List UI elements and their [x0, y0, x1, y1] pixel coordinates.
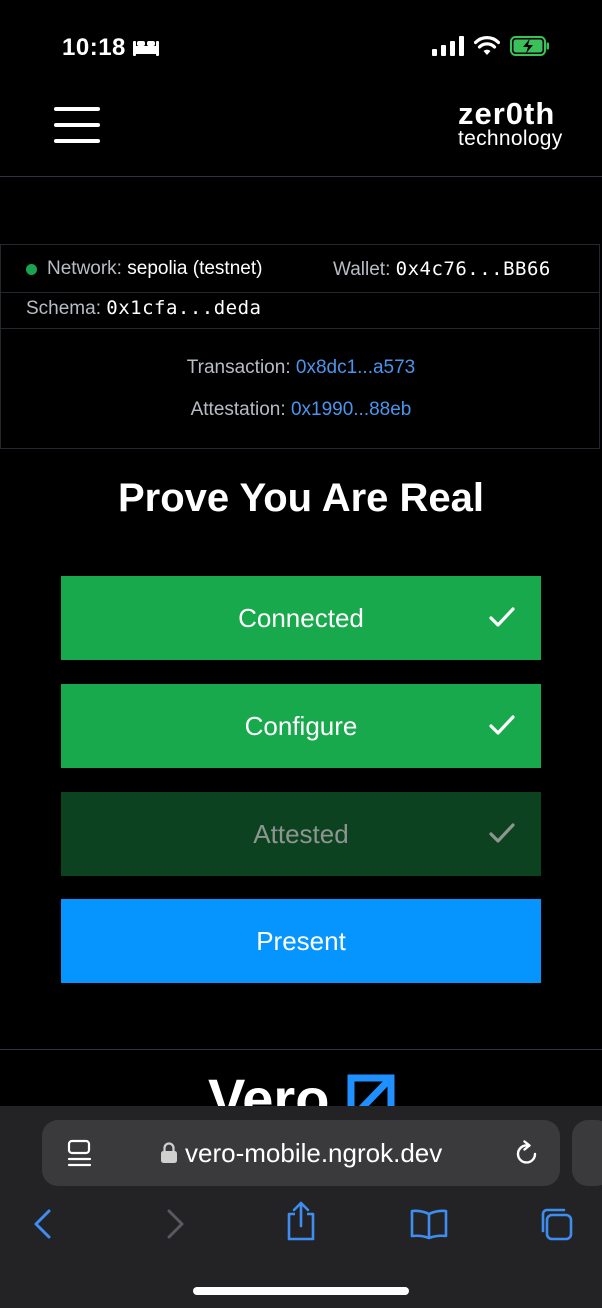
network-label: Network: — [47, 258, 122, 279]
menu-bar — [54, 123, 100, 127]
status-indicators — [432, 36, 550, 61]
configure-label: Configure — [244, 710, 358, 741]
wallet-address: 0x4c76...BB66 — [395, 258, 551, 280]
lock-icon — [160, 1142, 178, 1169]
checkmark-icon — [489, 604, 515, 635]
bookmarks-icon[interactable] — [410, 1208, 448, 1245]
vero-logo-text: Vero — [208, 1072, 329, 1108]
connected-button[interactable]: Connected — [61, 576, 541, 660]
page-menu-icon[interactable] — [66, 1138, 94, 1173]
info-divider — [0, 292, 600, 293]
reload-icon[interactable] — [513, 1140, 541, 1173]
header-divider — [0, 176, 602, 177]
hamburger-menu-button[interactable] — [54, 107, 102, 143]
network-info: Network: sepolia (testnet) — [26, 258, 262, 280]
configure-button[interactable]: Configure — [61, 684, 541, 768]
attestation-info: Attestation: 0x1990...88eb — [0, 399, 602, 421]
network-status-dot — [26, 263, 37, 275]
attestation-link[interactable]: 0x1990...88eb — [291, 399, 411, 420]
back-icon[interactable] — [31, 1208, 55, 1245]
footer-divider — [0, 1049, 602, 1050]
attested-button[interactable]: Attested — [61, 792, 541, 876]
schema-info: Schema: 0x1cfa...deda — [26, 297, 261, 320]
status-time: 10:18 — [62, 34, 126, 61]
wifi-icon — [473, 36, 501, 61]
schema-label: Schema: — [26, 298, 101, 319]
network-value: sepolia (testnet) — [127, 258, 263, 279]
attested-label: Attested — [253, 818, 349, 849]
logo-tagline: technology — [458, 127, 563, 150]
checkmark-icon — [489, 712, 515, 743]
forward-icon[interactable] — [163, 1208, 187, 1245]
checkmark-icon — [489, 820, 515, 851]
menu-bar — [54, 139, 100, 143]
url-text[interactable]: vero-mobile.ngrok.dev — [185, 1138, 442, 1169]
tabs-icon[interactable] — [538, 1206, 574, 1247]
connected-label: Connected — [238, 602, 364, 633]
next-tab-preview[interactable] — [572, 1120, 602, 1186]
transaction-info: Transaction: 0x8dc1...a573 — [0, 357, 602, 379]
menu-bar — [54, 107, 100, 111]
present-label: Present — [256, 925, 346, 956]
cellular-signal-icon — [432, 36, 464, 61]
attestation-label: Attestation: — [190, 399, 286, 420]
info-divider — [0, 328, 600, 329]
vero-logo: Vero — [208, 1072, 398, 1108]
transaction-link[interactable]: 0x8dc1...a573 — [296, 357, 415, 378]
zeroth-technology-logo[interactable]: zer0th technology — [458, 96, 580, 152]
battery-charging-icon — [510, 36, 550, 61]
sleep-focus-icon — [132, 38, 160, 63]
page-title: Prove You Are Real — [117, 476, 485, 520]
transaction-label: Transaction: — [186, 357, 291, 378]
present-button[interactable]: Present — [61, 899, 541, 983]
schema-id: 0x1cfa...deda — [106, 297, 262, 319]
home-indicator[interactable] — [193, 1287, 409, 1295]
wallet-info: Wallet: 0x4c76...BB66 — [333, 258, 551, 281]
wallet-label: Wallet: — [333, 259, 391, 280]
logo-wordmark: zer0th — [458, 96, 556, 131]
share-icon[interactable] — [284, 1200, 318, 1247]
